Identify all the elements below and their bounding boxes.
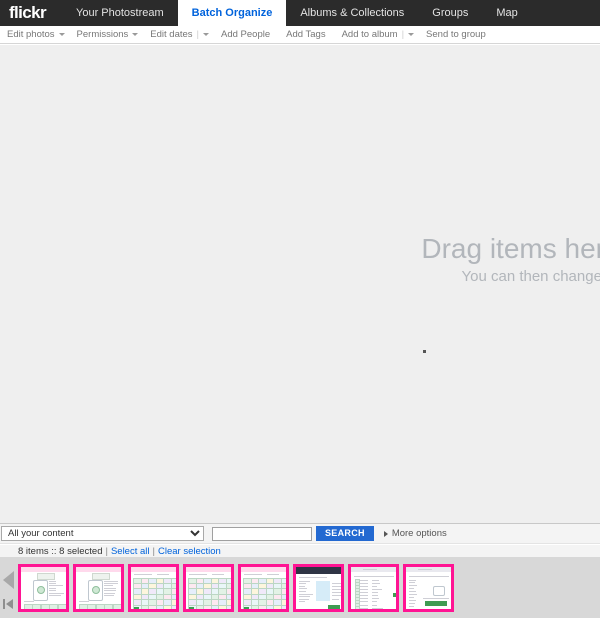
toolbar-edit-dates[interactable]: Edit dates | <box>150 29 209 40</box>
toolbar-edit-photos[interactable]: Edit photos <box>7 29 65 40</box>
search-input[interactable] <box>212 527 312 541</box>
toolbar-send-to-group[interactable]: Send to group <box>426 29 490 40</box>
top-navigation-bar: flickr Your Photostream Batch Organize A… <box>0 0 600 26</box>
flickr-logo[interactable]: flickr <box>0 0 62 26</box>
chevron-down-icon <box>132 33 138 36</box>
toolbar-edit-photos-label: Edit photos <box>7 29 55 40</box>
toolbar-permissions-label: Permissions <box>77 29 129 40</box>
nav-tab-batch-organize[interactable]: Batch Organize <box>178 0 287 26</box>
content-search-bar: All your contentYour photosYour videosYo… <box>0 523 600 544</box>
content-filter-select[interactable]: All your contentYour photosYour videosYo… <box>1 526 204 541</box>
filmstrip-thumbnail[interactable] <box>348 564 399 612</box>
thumbnail-preview <box>186 567 231 609</box>
filmstrip-thumbnail[interactable] <box>128 564 179 612</box>
thumbnail-preview <box>241 567 286 609</box>
drop-area-headline: Drag items here to edit them <box>418 233 600 265</box>
first-page-arrow-icon[interactable] <box>3 599 15 609</box>
thumbnail-preview <box>406 567 451 609</box>
filmstrip-thumbnail[interactable] <box>293 564 344 612</box>
clear-selection-link[interactable]: Clear selection <box>158 546 221 557</box>
toolbar-add-tags[interactable]: Add Tags <box>286 29 329 40</box>
divider-icon: | <box>197 29 199 40</box>
toolbar-add-to-album[interactable]: Add to album | <box>342 29 414 40</box>
toolbar-add-people[interactable]: Add People <box>221 29 274 40</box>
toolbar-edit-dates-label: Edit dates <box>150 29 192 40</box>
toolbar-send-to-group-label: Send to group <box>426 29 486 40</box>
filmstrip-thumbnail[interactable] <box>238 564 289 612</box>
select-all-link[interactable]: Select all <box>111 546 150 557</box>
toolbar-permissions[interactable]: Permissions <box>77 29 139 40</box>
filmstrip-thumbnail[interactable] <box>73 564 124 612</box>
toolbar-add-to-album-label: Add to album <box>342 29 398 40</box>
action-toolbar: Edit photos Permissions Edit dates | Add… <box>0 26 600 44</box>
more-options-toggle[interactable]: More options <box>384 528 447 539</box>
search-button[interactable]: SEARCH <box>316 526 374 541</box>
nav-tab-groups[interactable]: Groups <box>418 0 482 26</box>
thumbnail-preview <box>76 567 121 609</box>
thumbnail-preview <box>131 567 176 609</box>
chevron-down-icon <box>203 33 209 36</box>
filmstrip-thumbnail[interactable] <box>403 564 454 612</box>
drop-area-marker-dot <box>423 350 426 353</box>
nav-tab-albums-collections[interactable]: Albums & Collections <box>286 0 418 26</box>
drop-area-subtext: You can then change and organize them. <box>418 267 600 287</box>
thumbnail-preview <box>21 567 66 609</box>
thumbnail-filmstrip <box>0 557 600 618</box>
previous-page-arrow-icon[interactable] <box>3 571 14 589</box>
status-divider: | <box>105 546 107 557</box>
chevron-down-icon <box>408 33 414 36</box>
nav-tab-map[interactable]: Map <box>482 0 531 26</box>
selection-count-text: 8 items :: 8 selected <box>18 546 102 557</box>
chevron-down-icon <box>59 33 65 36</box>
batch-organize-drop-area[interactable]: Drag items here to edit them You can the… <box>0 45 600 523</box>
chevron-right-icon <box>384 531 388 537</box>
more-options-label: More options <box>392 528 447 539</box>
divider-icon: | <box>402 29 404 40</box>
thumbnail-preview <box>351 567 396 609</box>
filmstrip-navigation <box>0 557 18 618</box>
selection-status-line: 8 items :: 8 selected | Select all | Cle… <box>0 545 600 557</box>
thumbnail-preview <box>296 567 341 609</box>
nav-tab-your-photostream[interactable]: Your Photostream <box>62 0 178 26</box>
thumbnail-list <box>18 557 458 618</box>
toolbar-add-tags-label: Add Tags <box>286 29 325 40</box>
first-page-triangle <box>6 599 13 609</box>
toolbar-add-people-label: Add People <box>221 29 270 40</box>
first-page-bar <box>3 599 5 609</box>
filmstrip-thumbnail[interactable] <box>183 564 234 612</box>
drop-area-message: Drag items here to edit them You can the… <box>418 233 600 287</box>
status-divider: | <box>153 546 155 557</box>
filmstrip-thumbnail[interactable] <box>18 564 69 612</box>
